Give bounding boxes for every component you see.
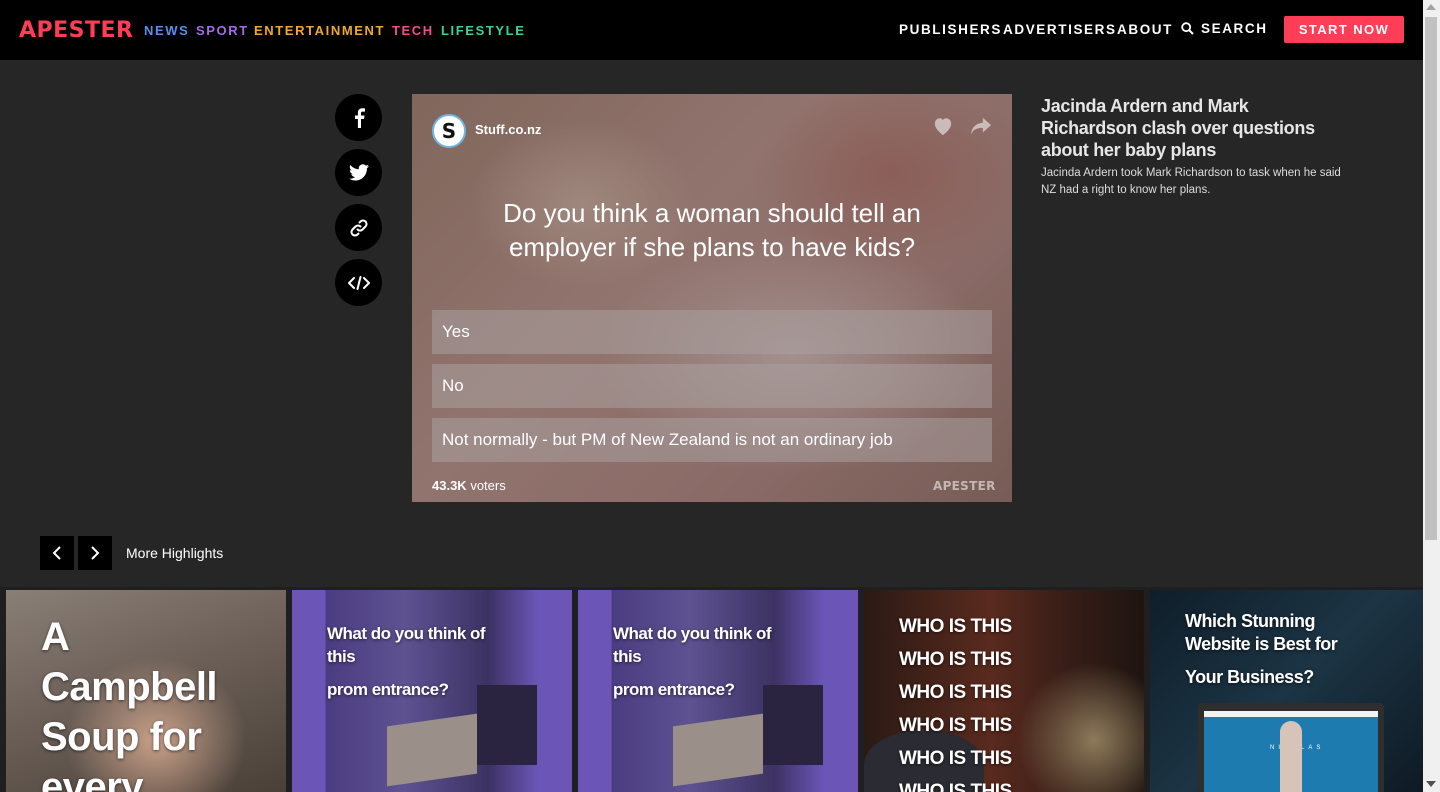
- tile-title-line: A: [41, 615, 70, 659]
- nav-category-news[interactable]: NEWS: [144, 23, 189, 38]
- nav-category-tech[interactable]: TECH: [392, 23, 434, 38]
- tile-title: Which Stunning Website is Best for Your …: [1185, 610, 1338, 689]
- tile-image-casket: [387, 713, 477, 787]
- voters-number: 43.3K: [432, 478, 467, 493]
- tile-title-line: Website is Best for: [1185, 634, 1338, 654]
- highlight-tile-who-is-this[interactable]: WHO IS THIS WHO IS THIS WHO IS THIS WHO …: [864, 590, 1144, 792]
- tile-title-line: WHO IS THIS: [899, 748, 1012, 769]
- tile-title-line: WHO IS THIS: [899, 682, 1012, 703]
- facebook-icon: [354, 107, 365, 128]
- tile-title-line: prom entrance?: [327, 680, 449, 699]
- tile-image-model: [1280, 721, 1302, 792]
- nav-category-sport[interactable]: SPORT: [196, 23, 249, 38]
- apester-logo[interactable]: APESTER: [19, 18, 134, 43]
- nav-link-about[interactable]: ABOUT: [1117, 22, 1173, 37]
- poll-question: Do you think a woman should tell an empl…: [503, 198, 921, 262]
- poll-card: S Stuff.co.nz Do you think a woman shoul…: [412, 94, 1012, 502]
- voters-count: 43.3K voters: [432, 478, 506, 493]
- apester-watermark-logo[interactable]: APESTER: [933, 479, 996, 493]
- share-facebook-button[interactable]: [335, 94, 382, 141]
- tile-title-line: Your Business?: [1185, 667, 1314, 687]
- tile-title: What do you think of this prom entrance?: [327, 622, 486, 701]
- tile-title: A Campbell Soup for every: [41, 612, 218, 792]
- nav-category-entertainment[interactable]: ENTERTAINMENT: [254, 23, 385, 38]
- article-description: Jacinda Ardern took Mark Richardson to t…: [1041, 167, 1341, 196]
- share-twitter-button[interactable]: [335, 149, 382, 196]
- scroll-down-arrow-icon[interactable]: [1426, 781, 1436, 787]
- tile-image-browser-bar: [1204, 711, 1378, 717]
- top-navigation-bar: APESTER NEWS SPORT ENTERTAINMENT TECH LI…: [0, 0, 1423, 60]
- poll-option-not-normally[interactable]: Not normally - but PM of New Zealand is …: [432, 418, 992, 462]
- highlight-tile-prom-entrance[interactable]: What do you think of this prom entrance?: [578, 590, 858, 792]
- scroll-up-arrow-icon[interactable]: [1426, 4, 1436, 10]
- nav-link-advertisers[interactable]: ADVERTISERS: [1003, 22, 1117, 37]
- poll-option-no[interactable]: No: [432, 364, 992, 408]
- share-icon[interactable]: [970, 116, 992, 136]
- search-icon: [1181, 22, 1194, 35]
- chevron-left-icon: [52, 546, 61, 560]
- tile-image-laptop: NICOLAS: [1198, 703, 1384, 792]
- voters-label: voters: [470, 478, 506, 493]
- tile-title-line: every: [41, 765, 144, 792]
- highlight-tile-prom-entrance[interactable]: What do you think of this prom entrance?: [292, 590, 572, 792]
- source-logo[interactable]: S: [432, 114, 466, 148]
- link-icon: [349, 218, 368, 237]
- tile-title: WHO IS THIS WHO IS THIS WHO IS THIS WHO …: [899, 610, 1012, 792]
- nav-link-publishers[interactable]: PUBLISHERS: [899, 22, 1002, 37]
- article-title[interactable]: Jacinda Ardern and Mark Richardson clash…: [1041, 95, 1331, 161]
- tile-title-line: What do you think of: [327, 624, 486, 643]
- start-now-button[interactable]: START NOW: [1284, 16, 1404, 43]
- tile-title-line: WHO IS THIS: [899, 781, 1012, 792]
- tile-image-casket: [673, 713, 763, 787]
- heart-icon[interactable]: [932, 116, 954, 136]
- highlights-next-button[interactable]: [78, 536, 112, 570]
- chevron-right-icon: [91, 546, 100, 560]
- twitter-icon: [348, 164, 369, 181]
- tile-title-line: this: [327, 647, 356, 666]
- poll-option-yes[interactable]: Yes: [432, 310, 992, 354]
- highlight-tile-stunning-website[interactable]: NICOLAS Which Stunning Website is Best f…: [1150, 590, 1423, 792]
- tile-image-hearse: [763, 685, 823, 765]
- embed-code-button[interactable]: [335, 259, 382, 306]
- source-name[interactable]: Stuff.co.nz: [475, 122, 541, 137]
- tile-title-line: this: [613, 647, 642, 666]
- search-button[interactable]: SEARCH: [1181, 21, 1268, 36]
- nav-category-lifestyle[interactable]: LIFESTYLE: [441, 23, 525, 38]
- tile-title-line: prom entrance?: [613, 680, 735, 699]
- copy-link-button[interactable]: [335, 204, 382, 251]
- embed-code-icon: [347, 275, 370, 290]
- tile-title-line: Soup for: [41, 715, 202, 759]
- tile-title-line: Campbell: [41, 665, 218, 709]
- card-actions: [932, 116, 992, 136]
- more-highlights-label: More Highlights: [126, 545, 224, 561]
- tile-title: What do you think of this prom entrance?: [613, 622, 772, 701]
- search-label: SEARCH: [1201, 21, 1268, 36]
- tile-title-line: WHO IS THIS: [899, 616, 1012, 637]
- highlights-prev-button[interactable]: [40, 536, 74, 570]
- scrollbar-thumb[interactable]: [1425, 17, 1437, 540]
- tile-image-hearse: [477, 685, 537, 765]
- tile-image-laptop-screen: NICOLAS: [1204, 711, 1378, 792]
- tile-title-line: Which Stunning: [1185, 611, 1315, 631]
- highlight-tile-campbell-soup[interactable]: A Campbell Soup for every: [6, 590, 286, 792]
- tile-title-line: WHO IS THIS: [899, 649, 1012, 670]
- tile-title-line: WHO IS THIS: [899, 715, 1012, 736]
- tile-title-line: What do you think of: [613, 624, 772, 643]
